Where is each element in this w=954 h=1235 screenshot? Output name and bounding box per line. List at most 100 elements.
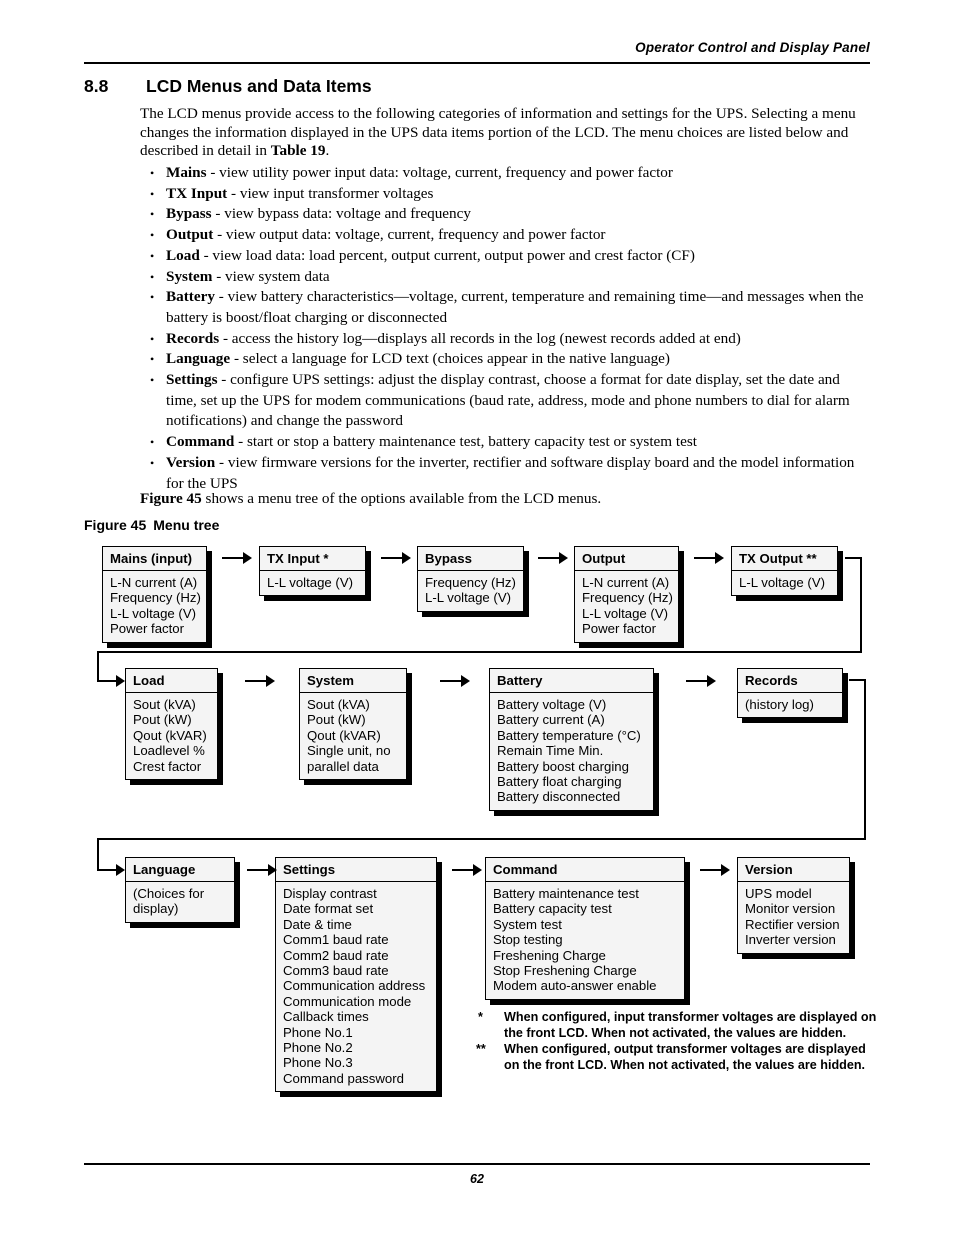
menu-box-title: Battery	[490, 669, 653, 693]
menu-box-title: Language	[126, 858, 234, 882]
menu-choice-description: - view bypass data: voltage and frequenc…	[211, 205, 471, 223]
arrow-head-icon	[402, 552, 411, 564]
footnote-marker: *	[478, 1010, 483, 1024]
menu-box-tx-output[interactable]: TX Output ** L-L voltage (V)	[731, 546, 838, 597]
page-number: 62	[470, 1172, 484, 1186]
menu-box-item: L-N current (A)	[110, 575, 198, 590]
menu-box-item: Stop Freshening Charge	[493, 963, 637, 979]
section-title: LCD Menus and Data Items	[146, 76, 372, 96]
menu-box-system[interactable]: System Sout (kVA) Pout (kW) Qout (kVAR) Sing…	[299, 668, 407, 781]
menu-box-item: Rectifier version	[745, 916, 840, 932]
section-number: 8.8	[84, 76, 109, 96]
menu-box-output[interactable]: Output L-N current (A) Frequency (Hz) L-L v…	[574, 546, 679, 643]
flow-arrow-command-to-version	[700, 864, 730, 876]
menu-choice-item: • Records - access the history log—displa…	[146, 329, 872, 350]
menu-box-title: Bypass	[418, 547, 523, 571]
menu-choice-description: - view output data: voltage, current, fr…	[213, 226, 606, 244]
menu-choice-item: • TX Input - view input transformer volta…	[146, 184, 872, 205]
menu-box-item: display)	[133, 901, 179, 917]
footnote-row: ** When configured, output transformer vo…	[476, 1042, 878, 1073]
menu-box-tx-input[interactable]: TX Input * L-L voltage (V)	[259, 546, 366, 597]
menu-box-command[interactable]: Command Battery maintenance test Battery c…	[485, 857, 685, 1000]
arrow-shaft	[97, 869, 116, 871]
arrow-head-icon	[721, 864, 730, 876]
arrow-shaft	[686, 680, 707, 682]
bullet-dot-icon: •	[150, 290, 155, 305]
menu-box-items: Battery maintenance test Battery capacity…	[486, 882, 684, 999]
menu-box-title: Mains (input)	[103, 547, 206, 571]
menu-box-language[interactable]: Language (Choices for display)	[125, 857, 235, 923]
menu-choice-term: Version	[166, 453, 216, 471]
wrap2-segment-left	[97, 838, 866, 840]
footnote-text: When configured, input transformer volta…	[504, 1010, 877, 1040]
menu-choice-description: - view input transformer voltages	[227, 184, 434, 202]
menu-box-item: Modem auto-answer enable	[493, 978, 657, 994]
menu-box-item: Stop testing	[493, 932, 563, 948]
header-rule	[84, 62, 870, 64]
flow-arrow-battery-to-records	[686, 675, 716, 687]
menu-choice-description: - view utility power input data: voltage…	[206, 164, 673, 181]
menu-choice-item: • Version - view firmware versions for th…	[146, 453, 872, 494]
menu-box-item: (history log)	[745, 697, 814, 712]
menu-box-mains[interactable]: Mains (input) L-N current (A) Frequency (H…	[102, 546, 207, 643]
menu-box-item: Loadlevel %	[133, 743, 205, 759]
arrow-shaft	[247, 869, 268, 871]
menu-box-item: Freshening Charge	[493, 947, 606, 963]
menu-box-version[interactable]: Version UPS model Monitor version Rectifier…	[737, 857, 850, 954]
menu-box-item: Battery maintenance test	[493, 886, 639, 901]
bullet-dot-icon: •	[150, 248, 155, 263]
bullet-dot-icon: •	[150, 455, 155, 470]
wrap1-segment-down	[860, 557, 862, 653]
arrow-head-icon	[473, 864, 482, 876]
flow-arrow-mains-to-tx-input	[222, 552, 252, 564]
menu-choice-description: - select a language for LCD text (choice…	[230, 350, 670, 368]
menu-box-bypass[interactable]: Bypass Frequency (Hz) L-L voltage (V)	[417, 546, 524, 612]
menu-box-title: Settings	[276, 858, 436, 882]
page-title: 8.8 LCD Menus and Data Items	[84, 76, 870, 97]
figure-caption: Figure 45 Menu tree	[84, 517, 219, 533]
menu-box-items: (Choices for display)	[126, 882, 234, 922]
menu-box-items: Battery voltage (V) Battery current (A) Ba…	[490, 693, 653, 810]
menu-box-item: Communication mode	[283, 993, 412, 1009]
menu-box-item: Frequency (Hz)	[110, 590, 201, 606]
menu-box-item: Remain Time Min.	[497, 743, 604, 759]
flow-arrow-wrap-into-load	[97, 675, 125, 687]
menu-box-item: parallel data	[307, 758, 379, 774]
menu-box-item: Power factor	[110, 621, 185, 637]
flow-arrow-language-to-settings	[247, 864, 277, 876]
menu-box-item: Comm1 baud rate	[283, 932, 389, 948]
menu-choice-description: - configure UPS settings: adjust the dis…	[166, 371, 850, 430]
menu-choice-term: Records	[166, 329, 220, 347]
bullet-dot-icon: •	[150, 331, 155, 346]
footnote-text: When configured, output transformer volt…	[504, 1042, 866, 1072]
figure-footnotes: * When configured, input transformer volt…	[476, 1010, 878, 1074]
menu-box-load[interactable]: Load Sout (kVA) Pout (kW) Qout (kVAR) Loadle…	[125, 668, 218, 781]
menu-box-item: Display contrast	[283, 886, 377, 901]
bullet-dot-icon: •	[150, 269, 155, 284]
flow-arrow-tx-input-to-bypass	[381, 552, 411, 564]
arrow-head-icon	[707, 675, 716, 687]
intro-line-1: The LCD menus provide access to the foll…	[140, 105, 748, 122]
arrow-head-icon	[116, 675, 125, 687]
arrow-shaft	[222, 557, 243, 559]
menu-box-item: Qout (kVAR)	[133, 727, 207, 743]
arrow-shaft	[381, 557, 402, 559]
menu-box-items: L-L voltage (V)	[732, 571, 837, 595]
figure-caption-label: Figure 45	[84, 517, 147, 533]
arrow-shaft	[245, 680, 266, 682]
menu-choice-term: Settings	[166, 371, 218, 389]
menu-box-records[interactable]: Records (history log)	[737, 668, 843, 719]
menu-choices-list: • Mains - view utility power input data: …	[146, 163, 872, 494]
menu-box-item: L-L voltage (V)	[582, 605, 669, 621]
menu-choice-term: Language	[166, 350, 231, 368]
arrow-shaft	[97, 680, 116, 682]
menu-box-settings[interactable]: Settings Display contrast Date format set D…	[275, 857, 437, 1093]
menu-box-title: TX Output **	[732, 547, 837, 571]
menu-box-item: Monitor version	[745, 901, 836, 917]
arrow-shaft	[700, 869, 721, 871]
menu-box-battery[interactable]: Battery Battery voltage (V) Battery curren…	[489, 668, 654, 811]
menu-box-title: Load	[126, 669, 217, 693]
menu-box-title: TX Input *	[260, 547, 365, 571]
menu-choice-item: • Language - select a language for LCD te…	[146, 349, 872, 370]
flow-arrow-settings-to-command	[452, 864, 482, 876]
